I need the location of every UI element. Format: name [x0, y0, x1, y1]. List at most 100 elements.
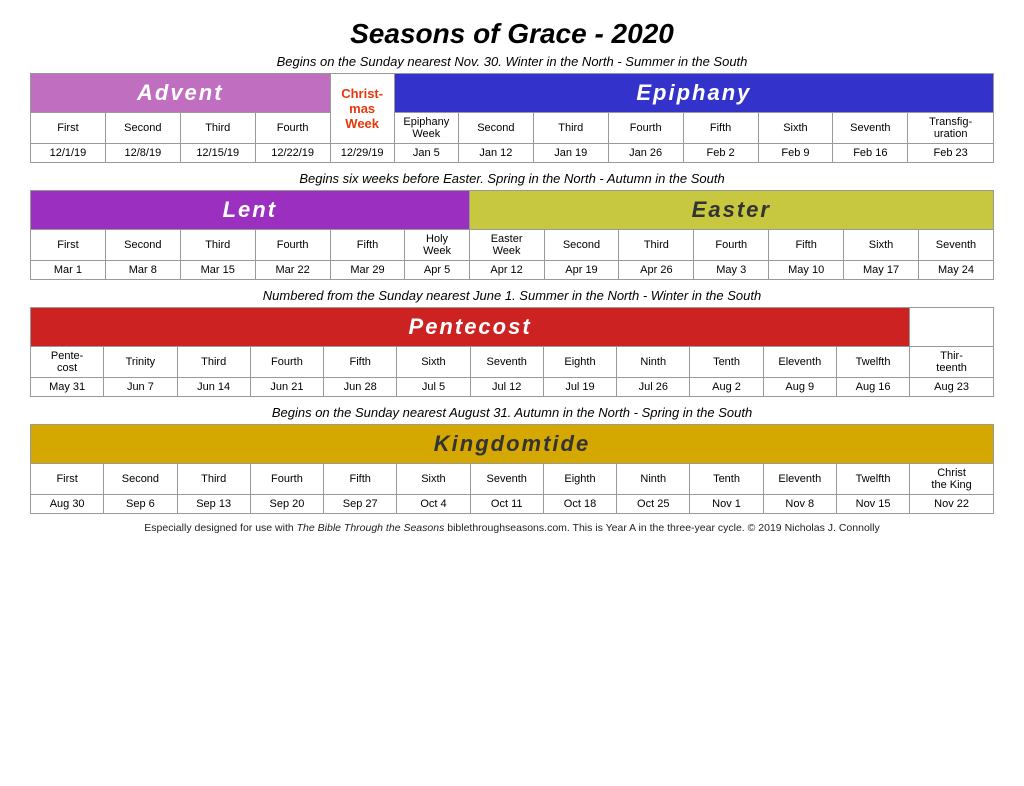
le-week-6: HolyWeek: [405, 230, 469, 261]
ae-week-6: Second: [458, 113, 533, 144]
pentecost-date-row: May 31 Jun 7 Jun 14 Jun 21 Jun 28 Jul 5 …: [31, 378, 994, 397]
le-date-4: Mar 22: [255, 261, 330, 280]
ae-date-7: Jan 12: [458, 144, 533, 163]
pentecost-header: Pentecost: [31, 308, 910, 347]
k-week-4: Fourth: [250, 464, 323, 495]
k-week-5: Fifth: [324, 464, 397, 495]
ae-week-12: Transfig-uration: [908, 113, 994, 144]
k-date-1: Aug 30: [31, 495, 104, 514]
k-week-6: Sixth: [397, 464, 470, 495]
p-week-5: Fifth: [324, 347, 397, 378]
le-week-13: Seventh: [918, 230, 993, 261]
p-date-10: Aug 2: [690, 378, 763, 397]
k-week-10: Tenth: [690, 464, 763, 495]
le-date-3: Mar 15: [180, 261, 255, 280]
ae-date-1: 12/1/19: [31, 144, 106, 163]
le-date-6: Apr 5: [405, 261, 469, 280]
advent-epiphany-subtitle: Begins on the Sunday nearest Nov. 30. Wi…: [30, 54, 994, 69]
le-date-13: May 24: [918, 261, 993, 280]
le-week-1: First: [31, 230, 106, 261]
k-week-12: Twelfth: [836, 464, 909, 495]
page-title: Seasons of Grace - 2020: [30, 18, 994, 50]
kingdomtide-header-row: Kingdomtide: [31, 425, 994, 464]
advent-epiphany-label-row: First Second Third Fourth EpiphanyWeek S…: [31, 113, 994, 144]
p-week-13: Thir-teenth: [910, 347, 994, 378]
le-date-5: Mar 29: [330, 261, 405, 280]
p-week-1: Pente-cost: [31, 347, 104, 378]
ae-week-2: Second: [105, 113, 180, 144]
ae-date-8: Jan 19: [533, 144, 608, 163]
pentecost-table: Pentecost Pente-cost Trinity Third Fourt…: [30, 307, 994, 397]
ae-date-5: 12/29/19: [330, 144, 394, 163]
le-date-11: May 10: [769, 261, 844, 280]
p-date-4: Jun 21: [250, 378, 323, 397]
p-date-11: Aug 9: [763, 378, 836, 397]
p-week-2: Trinity: [104, 347, 177, 378]
kingdomtide-header: Kingdomtide: [31, 425, 994, 464]
lent-easter-table: Lent Easter First Second Third Fourth Fi…: [30, 190, 994, 280]
le-week-11: Fifth: [769, 230, 844, 261]
lent-easter-section: Begins six weeks before Easter. Spring i…: [30, 171, 994, 280]
k-week-7: Seventh: [470, 464, 543, 495]
p-date-5: Jun 28: [324, 378, 397, 397]
le-week-4: Fourth: [255, 230, 330, 261]
lent-easter-label-row: First Second Third Fourth Fifth HolyWeek…: [31, 230, 994, 261]
kingdomtide-subtitle: Begins on the Sunday nearest August 31. …: [30, 405, 994, 420]
ae-date-2: 12/8/19: [105, 144, 180, 163]
k-week-8: Eighth: [543, 464, 616, 495]
le-week-10: Fourth: [694, 230, 769, 261]
le-week-5: Fifth: [330, 230, 405, 261]
lent-header: Lent: [31, 191, 470, 230]
epiphany-header: Epiphany: [394, 74, 993, 113]
ae-week-9: Fifth: [683, 113, 758, 144]
p-week-7: Seventh: [470, 347, 543, 378]
k-date-8: Oct 18: [543, 495, 616, 514]
le-week-9: Third: [619, 230, 694, 261]
lent-easter-header-row: Lent Easter: [31, 191, 994, 230]
footer-note: Especially designed for use with The Bib…: [30, 522, 994, 534]
le-date-10: May 3: [694, 261, 769, 280]
le-date-9: Apr 26: [619, 261, 694, 280]
p-week-6: Sixth: [397, 347, 470, 378]
pentecost-empty-header: [910, 308, 994, 347]
advent-epiphany-section: Begins on the Sunday nearest Nov. 30. Wi…: [30, 54, 994, 163]
k-date-11: Nov 8: [763, 495, 836, 514]
k-date-5: Sep 27: [324, 495, 397, 514]
le-date-2: Mar 8: [105, 261, 180, 280]
p-date-8: Jul 19: [543, 378, 616, 397]
le-week-2: Second: [105, 230, 180, 261]
k-date-7: Oct 11: [470, 495, 543, 514]
ae-week-11: Seventh: [833, 113, 908, 144]
christmas-header: Christ-masWeek: [330, 74, 394, 144]
le-week-3: Third: [180, 230, 255, 261]
p-date-12: Aug 16: [836, 378, 909, 397]
k-date-12: Nov 15: [836, 495, 909, 514]
p-date-13: Aug 23: [910, 378, 994, 397]
p-week-3: Third: [177, 347, 250, 378]
p-date-3: Jun 14: [177, 378, 250, 397]
le-date-7: Apr 12: [469, 261, 544, 280]
ae-date-4: 12/22/19: [255, 144, 330, 163]
ae-date-10: Feb 2: [683, 144, 758, 163]
k-week-11: Eleventh: [763, 464, 836, 495]
ae-date-6: Jan 5: [394, 144, 458, 163]
lent-easter-subtitle: Begins six weeks before Easter. Spring i…: [30, 171, 994, 186]
ae-date-11: Feb 9: [758, 144, 833, 163]
ae-week-3: Third: [180, 113, 255, 144]
k-date-3: Sep 13: [177, 495, 250, 514]
ae-date-9: Jan 26: [608, 144, 683, 163]
ae-date-13: Feb 23: [908, 144, 994, 163]
le-week-12: Sixth: [844, 230, 919, 261]
ae-week-8: Fourth: [608, 113, 683, 144]
p-date-7: Jul 12: [470, 378, 543, 397]
easter-header: Easter: [469, 191, 993, 230]
k-date-13: Nov 22: [910, 495, 994, 514]
pentecost-label-row: Pente-cost Trinity Third Fourth Fifth Si…: [31, 347, 994, 378]
kingdomtide-table: Kingdomtide First Second Third Fourth Fi…: [30, 424, 994, 514]
ae-date-12: Feb 16: [833, 144, 908, 163]
k-week-1: First: [31, 464, 104, 495]
le-date-1: Mar 1: [31, 261, 106, 280]
pentecost-subtitle: Numbered from the Sunday nearest June 1.…: [30, 288, 994, 303]
advent-epiphany-header-row: Advent Christ-masWeek Epiphany: [31, 74, 994, 113]
ae-week-5: EpiphanyWeek: [394, 113, 458, 144]
